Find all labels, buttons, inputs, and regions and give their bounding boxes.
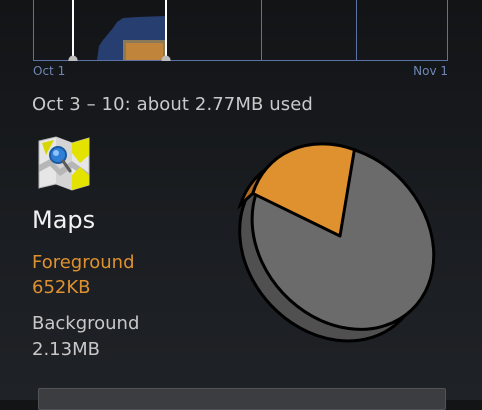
app-name: Maps [32,206,96,234]
maps-icon [36,135,92,191]
background-label: Background [32,313,140,334]
usage-summary: Oct 3 – 10: about 2.77MB used [32,94,313,115]
usage-graph [33,0,448,61]
app-settings-button[interactable] [38,388,446,410]
cycle-start-handle[interactable] [68,55,78,62]
data-usage-chart [33,0,448,61]
background-value: 2.13MB [32,339,100,360]
usage-area-app-foreground [126,43,163,60]
chart-axis-end-label: Nov 1 [413,64,448,78]
usage-pie-chart [230,130,450,350]
foreground-label: Foreground [32,252,135,273]
foreground-value: 652KB [32,277,91,298]
chart-axis-start-label: Oct 1 [33,64,66,78]
